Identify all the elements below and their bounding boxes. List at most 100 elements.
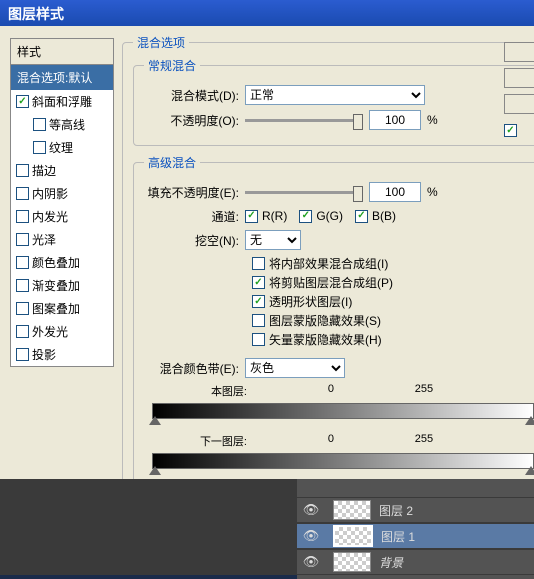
fill-opacity-slider[interactable] [245, 191, 363, 194]
style-contour[interactable]: 等高线 [11, 113, 113, 136]
label: R(R) [262, 209, 287, 223]
opt-vectormask-checkbox[interactable] [252, 333, 265, 346]
visibility-icon[interactable]: 👁 [297, 554, 325, 570]
val-255: 255 [415, 383, 433, 399]
style-drop-shadow[interactable]: 投影 [11, 343, 113, 366]
slider-thumb-icon[interactable] [353, 186, 363, 202]
label: 斜面和浮雕 [32, 93, 92, 110]
style-inner-glow[interactable]: 内发光 [11, 205, 113, 228]
checkbox-icon[interactable] [16, 187, 29, 200]
label: 将内部效果混合成组(I) [269, 255, 388, 272]
knockout-select[interactable]: 无 [245, 230, 301, 250]
cancel-button[interactable] [504, 68, 534, 88]
style-texture[interactable]: 纹理 [11, 136, 113, 159]
layer-name[interactable]: 图层 2 [379, 502, 413, 519]
layer-row[interactable]: 👁 背景 [297, 549, 534, 575]
checkbox-icon[interactable] [16, 325, 29, 338]
new-style-button[interactable]: 新建 [504, 94, 534, 114]
dialog-title: 图层样式 [0, 0, 534, 26]
checkbox-icon[interactable] [16, 233, 29, 246]
sidebar-selected[interactable]: 混合选项:默认 [11, 65, 113, 90]
label: 投影 [32, 346, 56, 363]
blend-mode-select[interactable]: 正常 [245, 85, 425, 105]
channel-b-checkbox[interactable] [355, 210, 368, 223]
channel-g-checkbox[interactable] [299, 210, 312, 223]
layer-name[interactable]: 图层 1 [381, 528, 415, 545]
workspace-gutter [0, 479, 297, 575]
blendif-select[interactable]: 灰色 [245, 358, 345, 378]
ok-button[interactable] [504, 42, 534, 62]
label: 等高线 [49, 116, 85, 133]
label: 透明形状图层(I) [269, 293, 352, 310]
opt-transparency-checkbox[interactable] [252, 295, 265, 308]
layers-panel: 👁 图层 2 👁 图层 1 👁 背景 [297, 479, 534, 579]
style-bevel[interactable]: 斜面和浮雕 [11, 90, 113, 113]
blend-options-title: 混合选项 [133, 34, 189, 51]
pct-label: % [427, 113, 438, 127]
blendif-label: 混合颜色带(E): [144, 360, 239, 377]
dialog-body: 样式 混合选项:默认 斜面和浮雕 等高线 纹理 描边 内阴影 内发光 光泽 颜色… [0, 26, 534, 479]
label: 渐变叠加 [32, 277, 80, 294]
slider-thumb-icon[interactable] [353, 114, 363, 130]
layer-thumbnail[interactable] [333, 525, 373, 547]
label: 纹理 [49, 139, 73, 156]
label: 内发光 [32, 208, 68, 225]
opacity-label: 不透明度(O): [144, 112, 239, 129]
style-pattern-overlay[interactable]: 图案叠加 [11, 297, 113, 320]
style-outer-glow[interactable]: 外发光 [11, 320, 113, 343]
layer-thumbnail[interactable] [333, 552, 371, 572]
style-stroke[interactable]: 描边 [11, 159, 113, 182]
checkbox-icon[interactable] [16, 302, 29, 315]
advanced-blend-title: 高级混合 [144, 154, 200, 171]
checkbox-icon[interactable] [16, 210, 29, 223]
layer-thumbnail[interactable] [333, 500, 371, 520]
blend-options-group: 混合选项 常规混合 混合模式(D): 正常 不透明度(O): % 高级混合 填充… [122, 34, 534, 513]
styles-sidebar: 样式 混合选项:默认 斜面和浮雕 等高线 纹理 描边 内阴影 内发光 光泽 颜色… [10, 38, 114, 367]
gradient-stop-icon[interactable] [525, 466, 534, 475]
visibility-icon[interactable]: 👁 [297, 528, 325, 544]
pct-label: % [427, 185, 438, 199]
preview-checkbox[interactable] [504, 124, 517, 137]
opt-interior-checkbox[interactable] [252, 257, 265, 270]
next-layer-gradient[interactable] [152, 453, 534, 469]
opacity-input[interactable] [369, 110, 421, 130]
channels-label: 通道: [144, 208, 239, 225]
next-layer-label: 下一图层: [152, 433, 247, 449]
opt-clipped-checkbox[interactable] [252, 276, 265, 289]
channel-r-checkbox[interactable] [245, 210, 258, 223]
style-satin[interactable]: 光泽 [11, 228, 113, 251]
val-0: 0 [328, 433, 334, 449]
label: 图层蒙版隐藏效果(S) [269, 312, 381, 329]
checkbox-icon[interactable] [16, 279, 29, 292]
layer-row[interactable]: 👁 图层 1 [297, 523, 534, 549]
label: 颜色叠加 [32, 254, 80, 271]
fill-opacity-input[interactable] [369, 182, 421, 202]
dialog-buttons: 新建 [504, 42, 534, 139]
checkbox-icon[interactable] [16, 256, 29, 269]
layer-name[interactable]: 背景 [379, 554, 403, 571]
checkbox-icon[interactable] [33, 118, 46, 131]
gradient-stop-icon[interactable] [149, 466, 161, 475]
general-blend-group: 常规混合 混合模式(D): 正常 不透明度(O): % [133, 57, 534, 146]
this-layer-gradient[interactable] [152, 403, 534, 419]
gradient-stop-icon[interactable] [149, 416, 161, 425]
checkbox-icon[interactable] [16, 348, 29, 361]
layer-row[interactable]: 👁 图层 2 [297, 497, 534, 523]
style-inner-shadow[interactable]: 内阴影 [11, 182, 113, 205]
label: 内阴影 [32, 185, 68, 202]
visibility-icon[interactable]: 👁 [297, 502, 325, 518]
checkbox-icon[interactable] [16, 164, 29, 177]
label: 图案叠加 [32, 300, 80, 317]
style-color-overlay[interactable]: 颜色叠加 [11, 251, 113, 274]
gradient-stop-icon[interactable] [525, 416, 534, 425]
style-gradient-overlay[interactable]: 渐变叠加 [11, 274, 113, 297]
general-blend-title: 常规混合 [144, 57, 200, 74]
label: 将剪贴图层混合成组(P) [269, 274, 393, 291]
label: 外发光 [32, 323, 68, 340]
sidebar-header: 样式 [11, 39, 113, 65]
advanced-blend-group: 高级混合 填充不透明度(E): % 通道: R(R) G(G) B(B) [133, 154, 534, 494]
checkbox-icon[interactable] [33, 141, 46, 154]
opacity-slider[interactable] [245, 119, 363, 122]
opt-layermask-checkbox[interactable] [252, 314, 265, 327]
checkbox-icon[interactable] [16, 95, 29, 108]
